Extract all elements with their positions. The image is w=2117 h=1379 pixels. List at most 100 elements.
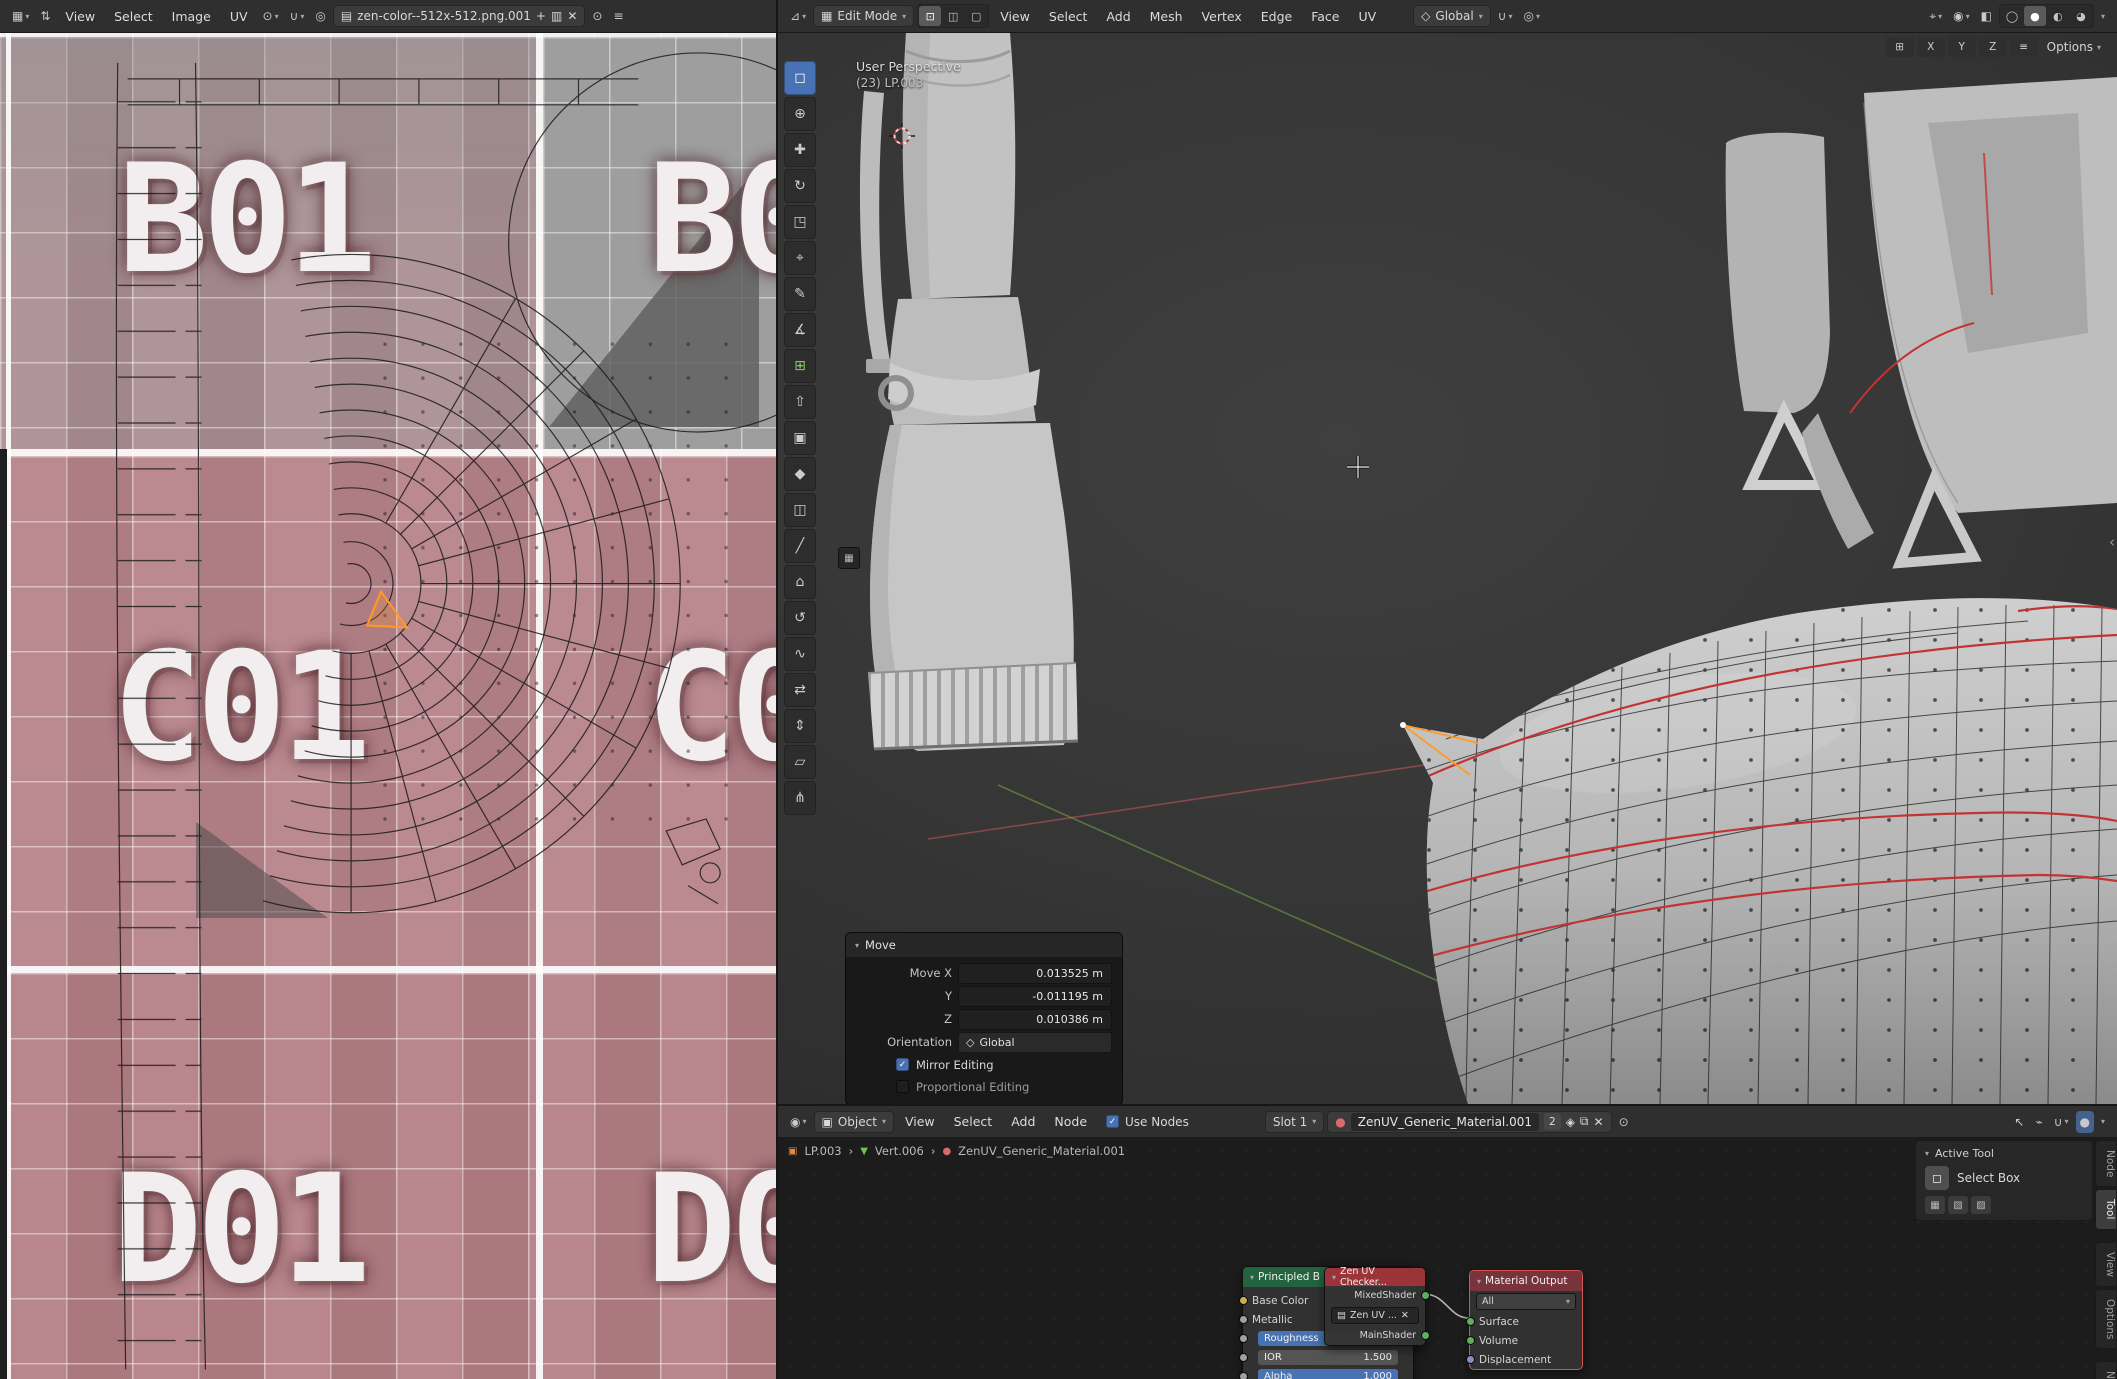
vp-menu-select[interactable]: Select	[1041, 6, 1096, 27]
sidebar-toggle-arrow[interactable]: ‹	[2109, 533, 2115, 551]
slot-dropdown[interactable]: Slot 1 ▾	[1265, 1111, 1324, 1133]
uv-canvas[interactable]: B01 B01 C01 C01 D01 D01	[0, 33, 776, 1379]
input-displacement[interactable]: Displacement	[1470, 1350, 1582, 1369]
socket-displacement[interactable]	[1466, 1355, 1475, 1364]
nav-drag-button[interactable]: ≡	[2010, 37, 2038, 57]
uv-sync-selection-icon[interactable]: ⇅	[36, 5, 54, 27]
ior-slider[interactable]: IOR 1.500	[1258, 1350, 1398, 1365]
overlay-toggle-button[interactable]: ●	[2076, 1111, 2094, 1133]
shader-type-dropdown[interactable]: ▣ Object ▾	[814, 1111, 894, 1133]
uv-menu-image[interactable]: Image	[164, 6, 219, 27]
tool-bevel[interactable]: ◆	[784, 457, 816, 491]
go-back-button[interactable]: ↖	[2010, 1111, 2028, 1133]
new-material-icon[interactable]: ⧉	[1580, 1114, 1589, 1129]
uv-snap-button[interactable]: ∪ ▾	[286, 5, 309, 27]
proportional-editing-checkbox[interactable]: Proportional Editing	[896, 1077, 1112, 1096]
fake-user-icon[interactable]: ◈	[1566, 1115, 1575, 1129]
collapsed-panel-icon[interactable]: ▦	[838, 547, 860, 569]
xray-toggle-button[interactable]: ◧	[1977, 5, 1996, 27]
node-output-header[interactable]: ▾ Material Output	[1470, 1271, 1582, 1291]
wireframe-shading-button[interactable]: ◯	[2001, 6, 2023, 26]
vp-menu-mesh[interactable]: Mesh	[1142, 6, 1191, 27]
overlay-dropdown-button[interactable]: ▾	[2097, 1111, 2109, 1133]
uv-menu-view[interactable]: View	[57, 6, 103, 27]
tab-view[interactable]: View	[2095, 1242, 2116, 1287]
node-canvas[interactable]: ▣ LP.003 › ▼ Vert.006 › ● ZenUV_Generic_…	[778, 1138, 2117, 1379]
vertex-select-button[interactable]: ⊡	[919, 6, 941, 26]
active-tool-row[interactable]: ◻ Select Box	[1925, 1166, 2083, 1190]
tool-poly-build[interactable]: ⌂	[784, 565, 816, 599]
solid-shading-button[interactable]: ●	[2024, 6, 2046, 26]
node-material-output[interactable]: ▾ Material Output All ▾ Surface Vol	[1469, 1270, 1583, 1370]
uv-pivot-button[interactable]: ⊙ ▾	[259, 5, 283, 27]
socket-volume[interactable]	[1466, 1336, 1475, 1345]
unlink-material-icon[interactable]: ✕	[1594, 1115, 1604, 1129]
gizmo-toggle-button[interactable]: ⌖ ▾	[1925, 5, 1946, 27]
move-panel-header[interactable]: ▾ Move	[846, 933, 1122, 957]
tool-smooth[interactable]: ∿	[784, 637, 816, 671]
viewport-canvas[interactable]: ⊞ X Y Z ≡ Options ▾ User Perspective (23…	[778, 33, 2117, 1104]
viewport-editor-type-button[interactable]: ⊿ ▾	[786, 5, 810, 27]
mode-dropdown[interactable]: ▦ Edit Mode ▾	[813, 5, 914, 27]
unlink-icon[interactable]: ✕	[1401, 1310, 1409, 1321]
vp-menu-view[interactable]: View	[992, 6, 1038, 27]
use-nodes-checkbox[interactable]: ✓ Use Nodes	[1106, 1115, 1189, 1129]
open-image-icon[interactable]: ▥	[551, 9, 562, 23]
tool-add-cube[interactable]: ⊞	[784, 349, 816, 383]
uv-pin-button[interactable]: ⊙	[588, 5, 606, 27]
tool-scale[interactable]: ◳	[784, 205, 816, 239]
material-name-field[interactable]: ZenUV_Generic_Material.001	[1351, 1113, 1539, 1131]
orientation-dropdown[interactable]: ◇ Global ▾	[1413, 5, 1491, 27]
output-mainshader[interactable]: MainShader	[1325, 1326, 1425, 1345]
socket-alpha[interactable]	[1239, 1372, 1248, 1379]
tool-measure[interactable]: ∡	[784, 313, 816, 347]
vp-menu-face[interactable]: Face	[1303, 6, 1347, 27]
move-x-field[interactable]: 0.013525 m	[958, 963, 1112, 984]
tool-cursor[interactable]: ⊕	[784, 97, 816, 131]
uv-header-menu-button[interactable]: ≡	[609, 5, 627, 27]
tab-node[interactable]: Node	[2095, 1140, 2116, 1187]
output-mixedshader[interactable]: MixedShader	[1325, 1286, 1425, 1305]
node-snap-dropdown[interactable]: ∪ ▾	[2050, 1111, 2073, 1133]
axis-x-button[interactable]: X	[1917, 37, 1945, 57]
overlays-button[interactable]: ◉ ▾	[1949, 5, 1974, 27]
nav-gizmo-button[interactable]: ⊞	[1886, 37, 1914, 57]
snap-node-button[interactable]: ⌁	[2031, 1111, 2046, 1133]
tool-shrink-fatten[interactable]: ⇕	[784, 709, 816, 743]
input-surface[interactable]: Surface	[1470, 1312, 1582, 1331]
node-zen-header[interactable]: ▾ Zen UV Checker...	[1325, 1268, 1425, 1286]
node-zen-uv-checker[interactable]: ▾ Zen UV Checker... MixedShader ▤ Zen UV…	[1324, 1267, 1426, 1346]
tool-move[interactable]: ✚	[784, 133, 816, 167]
axis-y-button[interactable]: Y	[1948, 37, 1976, 57]
sh-menu-node[interactable]: Node	[1046, 1111, 1095, 1132]
socket-roughness[interactable]	[1239, 1334, 1248, 1343]
uv-proportional-button[interactable]: ◎	[311, 5, 329, 27]
input-ior[interactable]: IOR 1.500	[1243, 1348, 1413, 1367]
image-datablock-chip[interactable]: ▤ zen-color--512x-512.png.001 + ▥ ✕	[333, 5, 585, 27]
editmesh-toe[interactable]	[1398, 593, 2117, 1104]
tool-transform[interactable]: ⌖	[784, 241, 816, 275]
axis-z-button[interactable]: Z	[1979, 37, 2007, 57]
sh-menu-select[interactable]: Select	[946, 1111, 1001, 1132]
tool-inset-faces[interactable]: ▣	[784, 421, 816, 455]
socket-base-color[interactable]	[1239, 1296, 1248, 1305]
shading-dropdown-button[interactable]: ▾	[2097, 5, 2109, 27]
input-alpha[interactable]: Alpha 1.000	[1243, 1367, 1413, 1379]
edge-select-button[interactable]: ◫	[942, 6, 964, 26]
tool-knife[interactable]: ╱	[784, 529, 816, 563]
pin-button[interactable]: ⊙	[1615, 1111, 1633, 1133]
selected-vertex[interactable]	[1400, 722, 1406, 728]
vp-menu-vertex[interactable]: Vertex	[1194, 6, 1250, 27]
browse-image-icon[interactable]: ▤	[341, 9, 352, 23]
alpha-slider[interactable]: Alpha 1.000	[1258, 1369, 1398, 1379]
socket-mixedshader[interactable]	[1421, 1291, 1430, 1300]
uv-editor-type-button[interactable]: ▦ ▾	[8, 5, 33, 27]
vp-proportional-button[interactable]: ◎ ▾	[1520, 5, 1545, 27]
face-select-button[interactable]: ▢	[965, 6, 987, 26]
tool-edge-slide[interactable]: ⇄	[784, 673, 816, 707]
options-dropdown[interactable]: Options ▾	[2041, 38, 2107, 56]
socket-surface[interactable]	[1466, 1317, 1475, 1326]
boot-model[interactable]	[860, 33, 1078, 751]
socket-metallic[interactable]	[1239, 1315, 1248, 1324]
tab-options[interactable]: Options	[2095, 1289, 2116, 1350]
